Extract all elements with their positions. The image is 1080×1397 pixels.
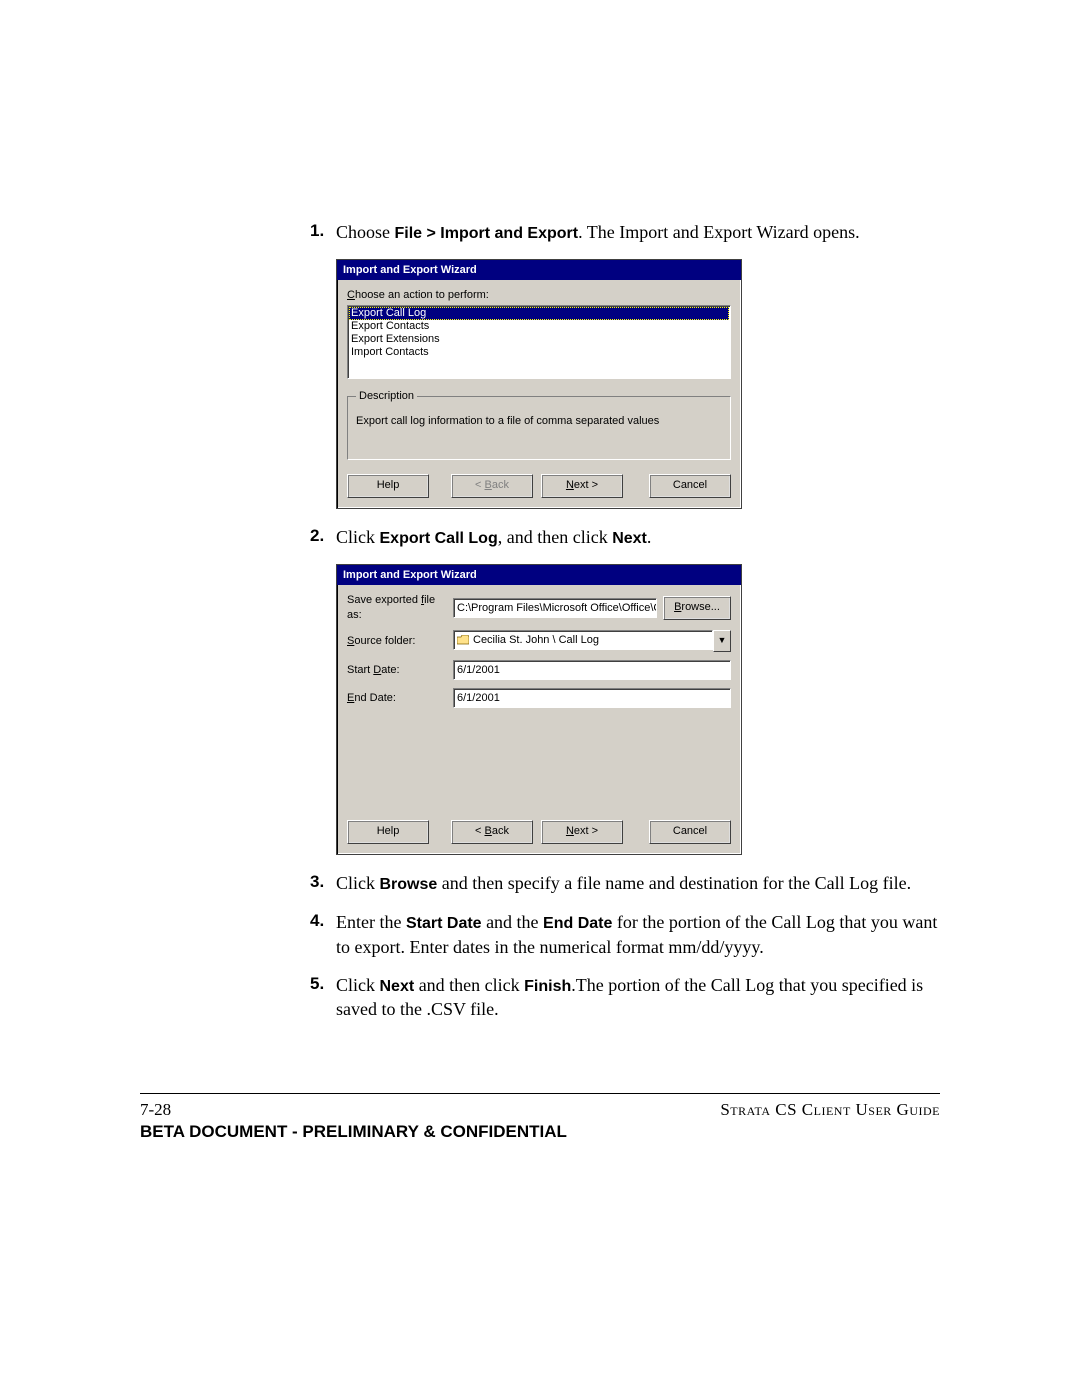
save-file-input[interactable]: C:\Program Files\Microsoft Office\Office… [453, 598, 657, 618]
step-number: 3. [310, 871, 336, 896]
import-export-wizard-dialog-1: Import and Export Wizard Choose an actio… [336, 259, 742, 510]
end-date-input[interactable]: 6/1/2001 [453, 688, 731, 708]
back-button[interactable]: < Back [451, 820, 533, 844]
action-listbox[interactable]: Export Call Log Export Contacts Export E… [347, 305, 731, 379]
help-button[interactable]: Help [347, 474, 429, 498]
list-item-export-contacts[interactable]: Export Contacts [349, 320, 729, 333]
list-item-export-extensions[interactable]: Export Extensions [349, 333, 729, 346]
import-export-wizard-dialog-2: Import and Export Wizard Save exported f… [336, 564, 742, 856]
guide-title: Strata CS Client User Guide [720, 1100, 940, 1120]
end-date-label: End Date: [347, 691, 447, 706]
step-body: Choose File > Import and Export. The Imp… [336, 220, 950, 245]
cancel-button[interactable]: Cancel [649, 474, 731, 498]
content-column: 1. Choose File > Import and Export. The … [310, 220, 950, 1036]
step-number: 1. [310, 220, 336, 245]
source-folder-combo[interactable]: Cecilia St. John \ Call Log ▼ [453, 630, 731, 652]
start-date-row: Start Date: 6/1/2001 [347, 660, 731, 680]
step-body: Enter the Start Date and the End Date fo… [336, 910, 950, 959]
step-number: 2. [310, 525, 336, 550]
back-button: < Back [451, 474, 533, 498]
save-file-label: Save exported file as: [347, 593, 447, 623]
description-group: Description Export call log information … [347, 389, 731, 460]
list-item-export-call-log[interactable]: Export Call Log [349, 307, 729, 320]
step-5: 5. Click Next and then click Finish.The … [310, 973, 950, 1022]
confidential-notice: BETA DOCUMENT - PRELIMINARY & CONFIDENTI… [140, 1122, 940, 1142]
start-date-input[interactable]: 6/1/2001 [453, 660, 731, 680]
dialog-button-row: Help < Back Next > Cancel [347, 474, 731, 498]
steps-list: 1. Choose File > Import and Export. The … [310, 220, 950, 1022]
save-file-row: Save exported file as: C:\Program Files\… [347, 593, 731, 623]
step-3: 3. Click Browse and then specify a file … [310, 871, 950, 896]
next-button[interactable]: Next > [541, 820, 623, 844]
page-footer: 7-28 Strata CS Client User Guide BETA DO… [140, 1093, 940, 1142]
next-button[interactable]: Next > [541, 474, 623, 498]
source-folder-row: Source folder: Cecilia St. John \ Call L… [347, 630, 731, 652]
list-item-import-contacts[interactable]: Import Contacts [349, 346, 729, 359]
dialog-button-row: Help < Back Next > Cancel [347, 820, 731, 844]
step-body: Click Browse and then specify a file nam… [336, 871, 950, 896]
screenshot-2-container: Import and Export Wizard Save exported f… [310, 564, 950, 856]
page: 1. Choose File > Import and Export. The … [0, 0, 1080, 1397]
step-body: Click Export Call Log, and then click Ne… [336, 525, 950, 550]
step-1: 1. Choose File > Import and Export. The … [310, 220, 950, 245]
dropdown-button[interactable]: ▼ [713, 630, 731, 652]
step-body: Click Next and then click Finish.The por… [336, 973, 950, 1022]
step-number: 5. [310, 973, 336, 1022]
screenshot-1-container: Import and Export Wizard Choose an actio… [310, 259, 950, 510]
browse-button[interactable]: Browse... [663, 596, 731, 620]
step-4: 4. Enter the Start Date and the End Date… [310, 910, 950, 959]
description-text: Export call log information to a file of… [356, 414, 722, 429]
step-number: 4. [310, 910, 336, 959]
choose-action-label: Choose an action to perform: [347, 288, 731, 303]
source-folder-label: Source folder: [347, 634, 447, 649]
page-number: 7-28 [140, 1100, 171, 1120]
step-2: 2. Click Export Call Log, and then click… [310, 525, 950, 550]
dialog-titlebar: Import and Export Wizard [337, 260, 741, 280]
description-legend: Description [356, 389, 417, 404]
help-button[interactable]: Help [347, 820, 429, 844]
cancel-button[interactable]: Cancel [649, 820, 731, 844]
folder-icon [457, 635, 469, 645]
start-date-label: Start Date: [347, 663, 447, 678]
dialog-titlebar: Import and Export Wizard [337, 565, 741, 585]
end-date-row: End Date: 6/1/2001 [347, 688, 731, 708]
